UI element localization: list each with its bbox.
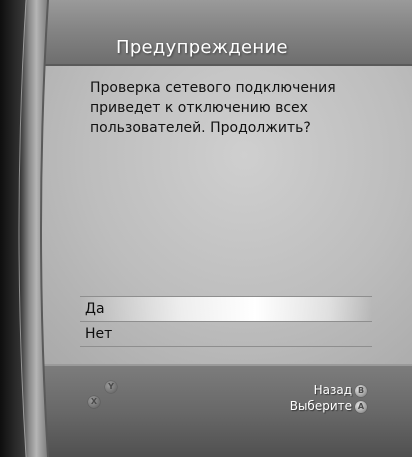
x-button-icon: X [88,396,100,408]
menu-item-no[interactable]: Нет [80,322,372,347]
warning-dialog-screen: Предупреждение Проверка сетевого подключ… [0,0,412,457]
y-button-icon: Y [105,381,117,393]
back-hint-label[interactable]: Назад [314,383,352,397]
menu-item-label: Нет [85,326,113,342]
menu-item-yes[interactable]: Да [80,296,372,322]
b-button-icon: B [355,385,367,397]
dialog-title: Предупреждение [116,37,288,58]
choice-menu: Да Нет [80,296,372,347]
select-hint-label[interactable]: Выберите [290,399,352,413]
left-frame-decoration [0,0,49,457]
menu-item-label: Да [85,301,105,317]
dialog-message: Проверка сетевого подключения приведет к… [90,80,336,136]
a-button-icon: A [355,401,367,413]
